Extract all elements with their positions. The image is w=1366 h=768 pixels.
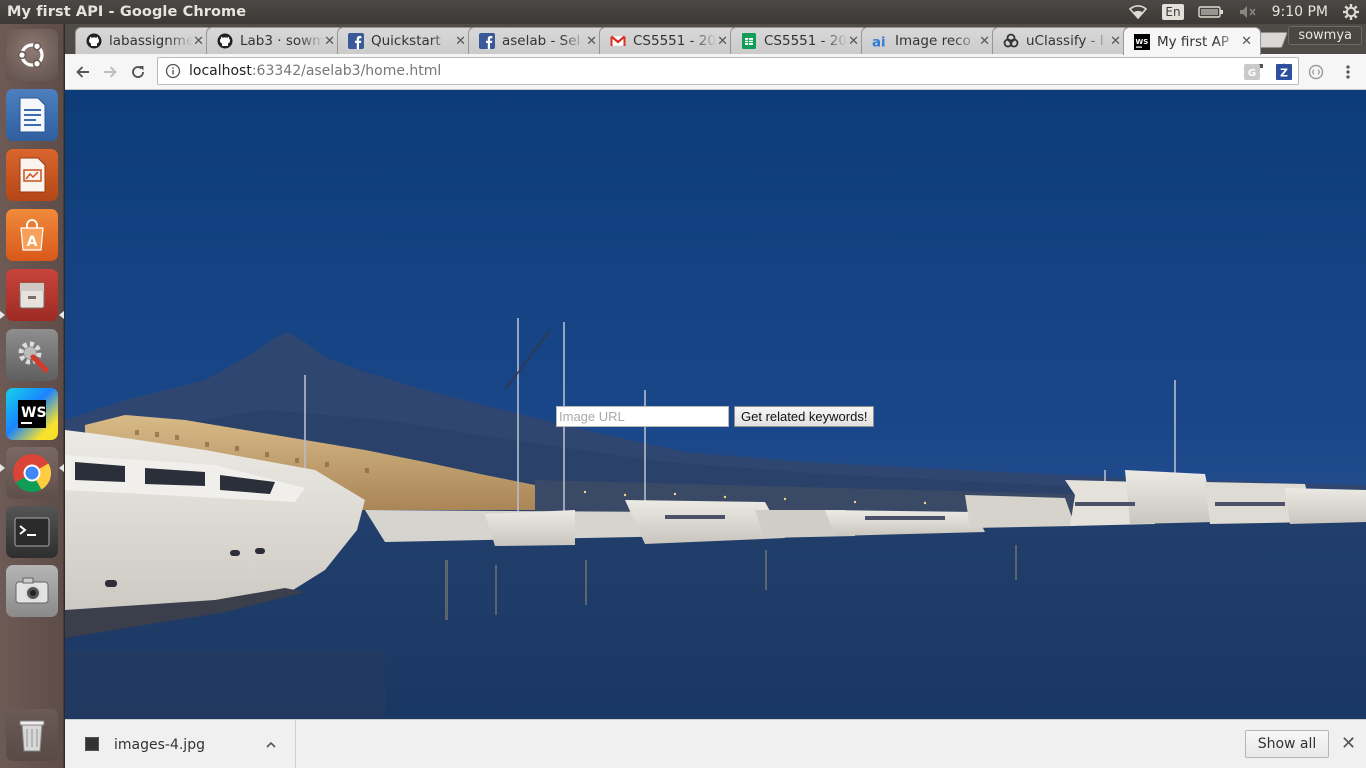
- language-label: En: [1162, 4, 1184, 20]
- forward-button[interactable]: [100, 62, 120, 82]
- github-icon: [86, 33, 102, 49]
- tab-close-icon[interactable]: ✕: [586, 34, 597, 49]
- tab-label: Lab3 · sowm: [240, 33, 324, 49]
- chevron-up-icon[interactable]: [265, 736, 277, 755]
- gmail-icon: [610, 33, 626, 49]
- tab-label: Quickstart: [371, 33, 441, 49]
- tab-label: My first AP: [1157, 33, 1229, 50]
- url-path: :63342/aselab3/home.html: [251, 63, 442, 79]
- tab-cs5551-sheets[interactable]: CS5551 - 20 ✕: [730, 27, 868, 54]
- github-icon: [217, 33, 233, 49]
- tab-lab3[interactable]: Lab3 · sowm ✕: [206, 27, 344, 54]
- reload-icon: [132, 66, 144, 78]
- tab-close-icon[interactable]: ✕: [193, 34, 204, 49]
- show-all-button[interactable]: Show all: [1245, 730, 1329, 758]
- launcher-active-indicator: [0, 464, 5, 472]
- panel-indicators: En 9:10 PM: [1128, 0, 1366, 24]
- trash-icon[interactable]: [6, 709, 58, 761]
- launcher-running-indicator: [59, 464, 64, 472]
- profile-button[interactable]: sowmya: [1288, 26, 1362, 45]
- top-panel: My first API - Google Chrome En 9:10 PM: [0, 0, 1366, 24]
- svg-text:WS: WS: [21, 405, 47, 421]
- ubuntu-dash-icon[interactable]: [6, 29, 58, 81]
- chrome-window: labassignme ✕ Lab3 · sowm ✕ Quickstart ✕…: [65, 24, 1366, 768]
- tab-my-first-api[interactable]: WS My first AP ✕: [1123, 27, 1261, 55]
- keyboard-layout-indicator[interactable]: En: [1162, 0, 1184, 24]
- info-icon[interactable]: [165, 63, 181, 79]
- address-url: localhost:63342/aselab3/home.html: [189, 63, 441, 79]
- camera-icon[interactable]: [6, 565, 58, 617]
- svg-text:A: A: [27, 234, 38, 250]
- uclassify-icon: [1003, 33, 1019, 49]
- tab-label: aselab - Sel: [502, 33, 581, 49]
- libreoffice-impress-icon[interactable]: [6, 149, 58, 201]
- download-shelf: images-4.jpg Show all ✕: [65, 719, 1366, 768]
- tab-quickstart[interactable]: Quickstart ✕: [337, 27, 475, 54]
- webstorm-icon: WS: [1134, 33, 1150, 50]
- svg-text:WS: WS: [1136, 38, 1149, 46]
- chrome-menu-icon[interactable]: [1339, 63, 1357, 81]
- battery-icon[interactable]: [1197, 0, 1224, 24]
- gear-icon[interactable]: [1342, 0, 1360, 24]
- extension-icon[interactable]: [1307, 63, 1325, 81]
- tab-label: labassignme: [109, 33, 193, 49]
- reload-button[interactable]: [128, 62, 148, 82]
- files-icon[interactable]: [6, 269, 58, 321]
- tab-label: Image reco: [895, 33, 971, 49]
- harbor-background-image: [65, 90, 1366, 720]
- facebook-icon: [348, 33, 364, 49]
- address-bar[interactable]: localhost:63342/aselab3/home.html: [157, 57, 1299, 85]
- ai-icon: ai: [872, 33, 888, 49]
- svg-text:ai: ai: [872, 35, 886, 49]
- tab-label: CS5551 - 20: [633, 33, 716, 49]
- image-file-icon: [85, 737, 99, 751]
- download-item[interactable]: images-4.jpg: [65, 720, 296, 768]
- libreoffice-writer-icon[interactable]: [6, 89, 58, 141]
- image-url-input[interactable]: [556, 406, 729, 427]
- terminal-icon[interactable]: [6, 506, 58, 558]
- tab-close-icon[interactable]: ✕: [848, 34, 859, 49]
- tab-strip: labassignme ✕ Lab3 · sowm ✕ Quickstart ✕…: [65, 24, 1366, 55]
- tab-image-recognition[interactable]: ai Image reco ✕: [861, 27, 999, 54]
- grammarly-extension-icon[interactable]: G: [1243, 63, 1261, 81]
- get-keywords-button[interactable]: Get related keywords!: [734, 406, 875, 427]
- tab-close-icon[interactable]: ✕: [455, 34, 466, 49]
- launcher-active-indicator: [0, 311, 5, 319]
- tab-close-icon[interactable]: ✕: [1110, 34, 1121, 49]
- tab-close-icon[interactable]: ✕: [717, 34, 728, 49]
- launcher-running-indicator: [59, 311, 64, 319]
- back-button[interactable]: [73, 62, 93, 82]
- close-icon[interactable]: ✕: [1341, 733, 1356, 754]
- google-chrome-icon[interactable]: [6, 447, 58, 499]
- wifi-icon[interactable]: [1128, 0, 1148, 24]
- sheets-icon: [741, 33, 757, 49]
- tab-uclassify[interactable]: uClassify - I ✕: [992, 27, 1130, 54]
- svg-text:G: G: [1248, 68, 1256, 79]
- clock[interactable]: 9:10 PM: [1272, 4, 1328, 20]
- facebook-icon: [479, 33, 495, 49]
- url-host: localhost: [189, 63, 252, 79]
- webstorm-icon[interactable]: WS: [6, 388, 58, 440]
- tab-close-icon[interactable]: ✕: [324, 34, 335, 49]
- tab-cs5551-gmail[interactable]: CS5551 - 20 ✕: [599, 27, 737, 54]
- tab-label: CS5551 - 20: [764, 33, 847, 49]
- keyword-form: Get related keywords!: [556, 406, 875, 427]
- zotero-extension-icon[interactable]: Z: [1275, 63, 1293, 81]
- system-settings-icon[interactable]: [6, 329, 58, 381]
- back-arrow-icon: [76, 66, 89, 78]
- page-viewport: Get related keywords!: [65, 90, 1366, 720]
- svg-text:Z: Z: [1280, 67, 1288, 80]
- ubuntu-software-center-icon[interactable]: A: [6, 209, 58, 261]
- forward-arrow-icon: [104, 66, 117, 78]
- volume-muted-icon[interactable]: [1238, 0, 1258, 24]
- tab-labassignment[interactable]: labassignme ✕: [75, 27, 213, 54]
- tab-label: uClassify - I: [1026, 33, 1104, 49]
- download-filename: images-4.jpg: [114, 737, 205, 753]
- window-title: My first API - Google Chrome: [7, 4, 247, 20]
- unity-launcher: A WS: [0, 24, 64, 768]
- tab-aselab[interactable]: aselab - Sel ✕: [468, 27, 606, 54]
- tab-close-icon[interactable]: ✕: [979, 34, 990, 49]
- tab-close-icon[interactable]: ✕: [1241, 34, 1252, 49]
- toolbar: localhost:63342/aselab3/home.html G Z: [65, 54, 1366, 90]
